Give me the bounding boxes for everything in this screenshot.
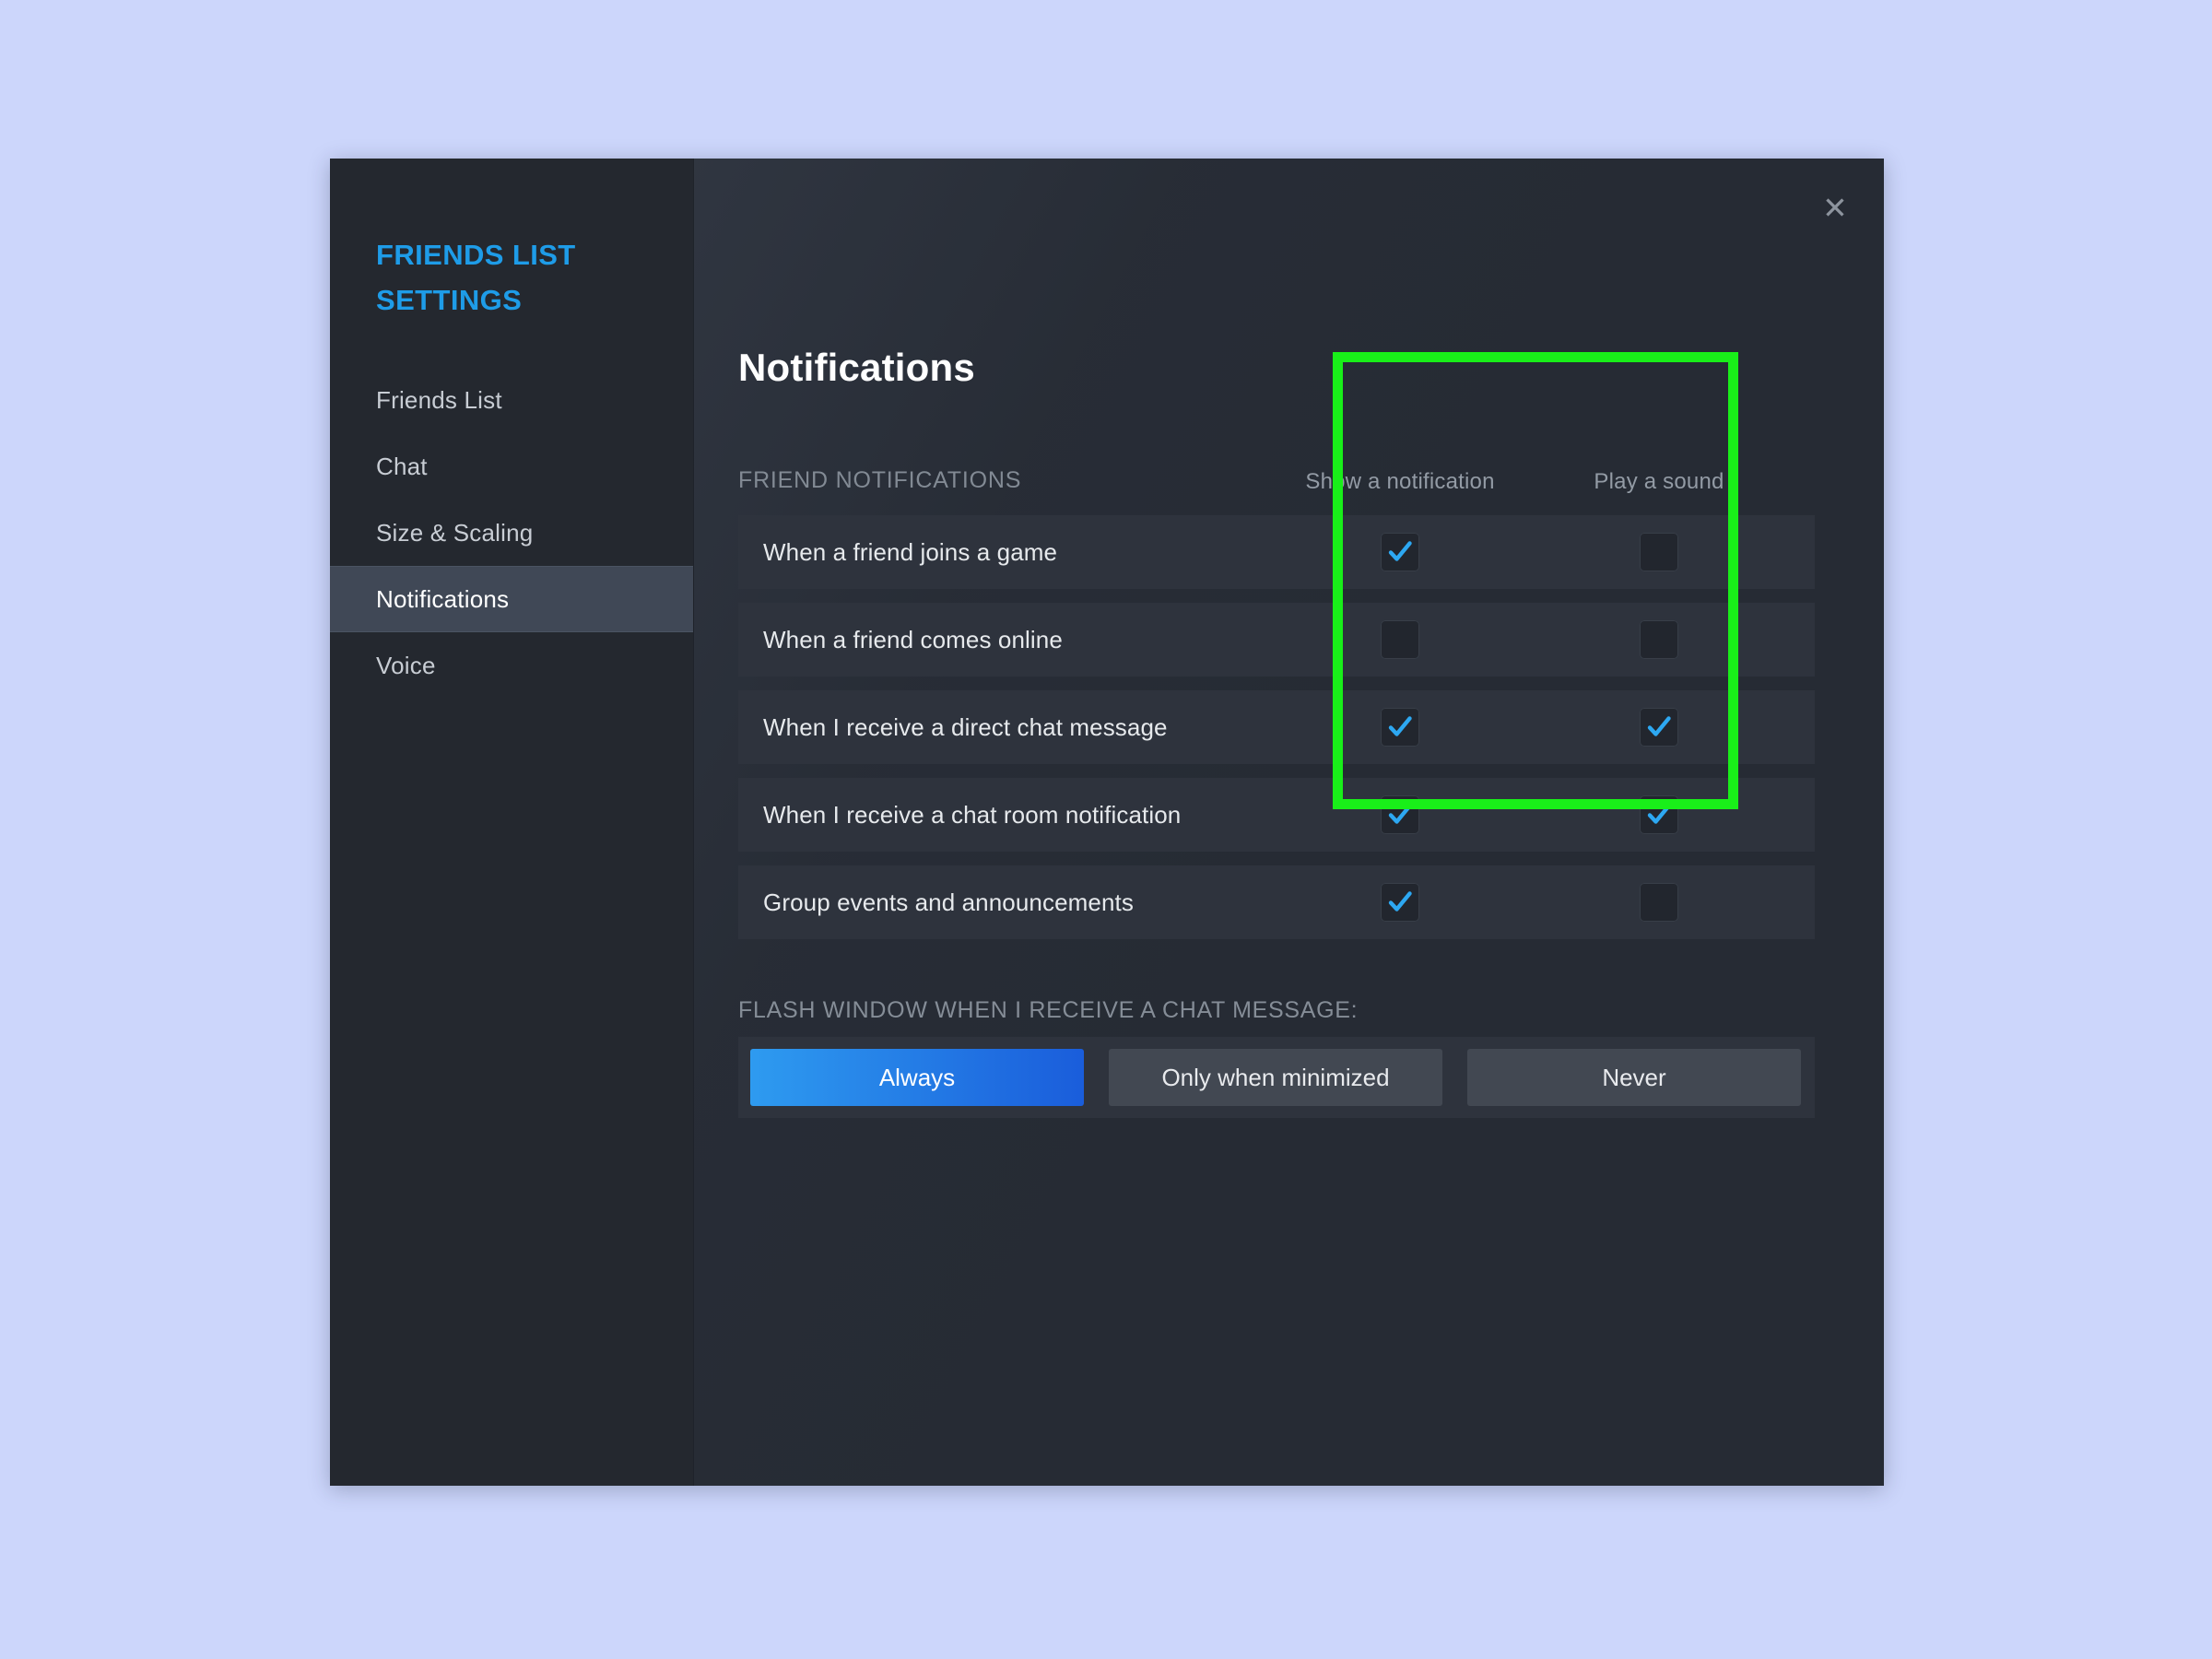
sidebar-title: FRIENDS LIST SETTINGS <box>376 232 653 323</box>
cell-show-notification <box>1262 778 1538 852</box>
table-row: When a friend comes online <box>738 603 1815 677</box>
notifications-table-body: When a friend joins a game When <box>738 515 1815 953</box>
close-icon[interactable]: ✕ <box>1814 186 1856 229</box>
settings-sidebar: FRIENDS LIST SETTINGS Friends List Chat … <box>330 159 693 1486</box>
cell-play-sound <box>1540 865 1778 939</box>
checkbox-show-notification[interactable] <box>1381 533 1419 571</box>
cell-play-sound <box>1540 515 1778 589</box>
row-label: When I receive a direct chat message <box>738 713 1168 742</box>
row-label: Group events and announcements <box>738 888 1134 917</box>
sidebar-item-chat[interactable]: Chat <box>330 433 693 500</box>
checkbox-show-notification[interactable] <box>1381 883 1419 922</box>
check-icon <box>1386 801 1414 829</box>
flash-option-always[interactable]: Always <box>750 1049 1084 1106</box>
check-icon <box>1386 538 1414 566</box>
sidebar-item-label: Voice <box>376 652 436 680</box>
checkbox-show-notification[interactable] <box>1381 708 1419 747</box>
cell-show-notification <box>1262 603 1538 677</box>
flash-window-segmented-control: Always Only when minimized Never <box>738 1037 1815 1118</box>
cell-show-notification <box>1262 690 1538 764</box>
friends-list-settings-dialog: FRIENDS LIST SETTINGS Friends List Chat … <box>330 159 1884 1486</box>
cell-play-sound <box>1540 690 1778 764</box>
flash-option-never[interactable]: Never <box>1467 1049 1801 1106</box>
section-label-friend-notifications: FRIEND NOTIFICATIONS <box>738 467 1021 494</box>
sidebar-item-voice[interactable]: Voice <box>330 632 693 699</box>
checkbox-show-notification[interactable] <box>1381 795 1419 834</box>
row-label: When a friend joins a game <box>738 538 1057 567</box>
page-title: Notifications <box>738 346 975 390</box>
sidebar-item-label: Friends List <box>376 386 502 415</box>
table-row: When I receive a chat room notification <box>738 778 1815 852</box>
check-icon <box>1645 801 1673 829</box>
table-row: Group events and announcements <box>738 865 1815 939</box>
flash-option-only-when-minimized[interactable]: Only when minimized <box>1109 1049 1442 1106</box>
sidebar-item-label: Chat <box>376 453 428 481</box>
checkbox-show-notification[interactable] <box>1381 620 1419 659</box>
row-label: When I receive a chat room notification <box>738 801 1181 830</box>
checkbox-play-sound[interactable] <box>1640 795 1678 834</box>
sidebar-item-notifications[interactable]: Notifications <box>330 566 693 632</box>
check-icon <box>1386 713 1414 741</box>
checkbox-play-sound[interactable] <box>1640 708 1678 747</box>
check-icon <box>1386 888 1414 916</box>
sidebar-item-size-and-scaling[interactable]: Size & Scaling <box>330 500 693 566</box>
cell-play-sound <box>1540 778 1778 852</box>
checkbox-play-sound[interactable] <box>1640 533 1678 571</box>
check-icon <box>1645 713 1673 741</box>
flash-window-section-label: FLASH WINDOW WHEN I RECEIVE A CHAT MESSA… <box>738 997 1358 1024</box>
notifications-table-header: FRIEND NOTIFICATIONS Show a notification… <box>738 467 1815 504</box>
sidebar-item-friends-list[interactable]: Friends List <box>330 367 693 433</box>
checkbox-play-sound[interactable] <box>1640 620 1678 659</box>
column-header-show-notification: Show a notification <box>1262 469 1538 495</box>
sidebar-nav: Friends List Chat Size & Scaling Notific… <box>330 367 693 699</box>
column-header-play-sound: Play a sound <box>1540 469 1778 495</box>
cell-show-notification <box>1262 515 1538 589</box>
table-row: When a friend joins a game <box>738 515 1815 589</box>
sidebar-item-label: Notifications <box>376 585 509 614</box>
cell-show-notification <box>1262 865 1538 939</box>
checkbox-play-sound[interactable] <box>1640 883 1678 922</box>
sidebar-item-label: Size & Scaling <box>376 519 533 547</box>
settings-content-panel: ✕ Notifications FRIEND NOTIFICATIONS Sho… <box>693 159 1884 1486</box>
table-row: When I receive a direct chat message <box>738 690 1815 764</box>
row-label: When a friend comes online <box>738 626 1063 654</box>
screen: FRIENDS LIST SETTINGS Friends List Chat … <box>0 0 2212 1659</box>
cell-play-sound <box>1540 603 1778 677</box>
